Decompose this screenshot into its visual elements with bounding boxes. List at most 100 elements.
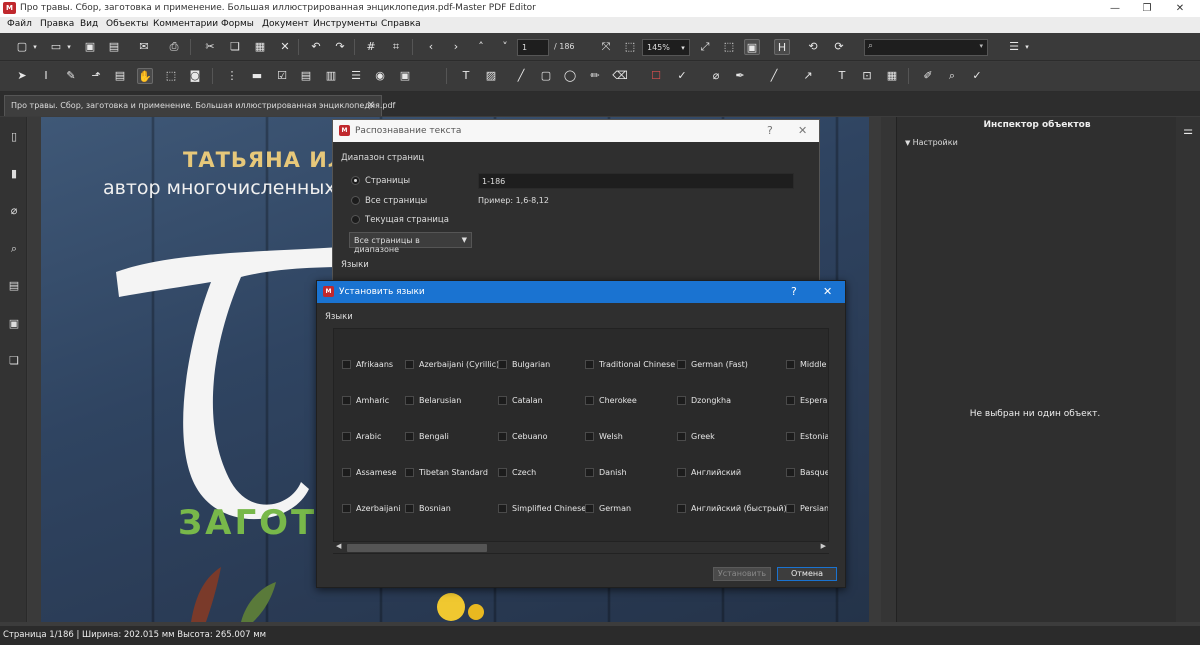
zoom-search-icon[interactable]: ⌕ [944,68,960,84]
page-range-input[interactable]: 1-186 [478,173,794,189]
menu-document[interactable]: Документ [262,19,309,29]
install-button[interactable]: Установить [713,567,771,581]
cut-icon[interactable]: ✂ [202,39,218,55]
checkbox-basque[interactable] [786,468,795,477]
redo-icon[interactable]: ↷ [332,39,348,55]
rotate-left-icon[interactable]: ⟲ [805,39,821,55]
checkbox-bulgarian[interactable] [498,360,507,369]
checkbox-belarusian[interactable] [405,396,414,405]
checkbox-simplified-chinese[interactable] [498,504,507,513]
menu-view[interactable]: Вид [80,19,98,29]
maximize-icon[interactable]: ❐ [1132,1,1162,16]
grid-icon[interactable]: # [363,39,379,55]
attachments-icon[interactable]: ⌀ [7,203,21,219]
checkbox-tibetan-standard[interactable] [405,468,414,477]
edit-objects-icon[interactable]: ⬏ [88,68,104,84]
menu-objects[interactable]: Объекты [106,19,148,29]
menu-comments[interactable]: Комментарии [153,19,218,29]
checkbox-catalan[interactable] [498,396,507,405]
checkbox-bengali[interactable] [405,432,414,441]
fit-width-icon[interactable]: ⬚ [721,39,737,55]
properties-icon[interactable]: ⚌ [1180,123,1196,139]
rotate-right-icon[interactable]: ⟳ [831,39,847,55]
undo-icon[interactable]: ↶ [308,39,324,55]
add-text-icon[interactable]: T [458,68,474,84]
actual-size-icon[interactable]: ⬚ [622,39,638,55]
checkbox-azerbaijani[interactable] [342,504,351,513]
checkbox-assamese[interactable] [342,468,351,477]
horizontal-scrollbar[interactable]: ◀ ▶ [333,541,829,553]
tab-close-icon[interactable]: ✕ [367,100,375,111]
checkbox-esperanto[interactable] [786,396,795,405]
radio-field-icon[interactable]: ◉ [372,68,388,84]
checkbox-persian[interactable] [786,504,795,513]
save-as-icon[interactable]: ▤ [106,39,122,55]
cancel-button[interactable]: Отмена [777,567,837,581]
rectangle-icon[interactable]: ▢ [538,68,554,84]
last-page-icon[interactable]: ˅ [497,39,513,55]
snapshot-icon[interactable]: ◙ [187,68,203,84]
checkbox-field-icon[interactable]: ☑ [274,68,290,84]
draw-line-icon[interactable]: ╱ [766,68,782,84]
fit-page-icon[interactable]: ⤧ [598,39,614,55]
checkbox-estonian[interactable] [786,432,795,441]
menu-edit[interactable]: Правка [40,19,74,29]
line-icon[interactable]: ╱ [513,68,529,84]
zoom-in-icon[interactable]: ⤢ [697,39,713,55]
close-icon[interactable]: ✕ [1165,1,1195,16]
minimize-icon[interactable]: — [1100,1,1130,16]
fit-window-icon[interactable]: ▣ [744,39,760,55]
print-icon[interactable]: ⎙ [166,39,182,55]
first-page-icon[interactable]: ˄ [473,39,489,55]
list-field-icon[interactable]: ▥ [323,68,339,84]
ellipse-icon[interactable]: ◯ [562,68,578,84]
pages-icon[interactable]: ▯ [7,129,21,145]
edit-text-icon[interactable]: ✎ [63,68,79,84]
text-select-icon[interactable]: Ⅰ [38,68,54,84]
clear-icon[interactable]: ✐ [920,68,936,84]
checkbox-dzongkha[interactable] [677,396,686,405]
paste-icon[interactable]: ▦ [252,39,268,55]
eraser-icon[interactable]: ⌫ [612,68,628,84]
menu-file[interactable]: Файл [7,19,32,29]
checkbox-welsh[interactable] [585,432,594,441]
new-document-icon[interactable]: ▢ [14,39,30,55]
close-icon[interactable]: ✕ [798,124,807,137]
search-icon[interactable]: ⌕ [7,241,21,257]
radio-all-pages[interactable] [351,196,360,205]
next-page-icon[interactable]: › [448,39,464,55]
chevron-down-icon[interactable]: ▾ [678,40,688,56]
check-mark-icon[interactable]: ✓ [674,68,690,84]
button-field-icon[interactable]: ▬ [249,68,265,84]
list-box-icon[interactable]: ☰ [348,68,364,84]
checkbox-arabic[interactable] [342,432,351,441]
page-number-input[interactable]: 1 [517,39,549,56]
highlight-icon[interactable]: ✒ [732,68,748,84]
copy-icon[interactable]: ❏ [227,39,243,55]
checkbox-middle-english[interactable] [786,360,795,369]
scroll-left-icon[interactable]: ◀ [336,542,341,550]
document-tab[interactable]: Про травы. Сбор, заготовка и применение.… [4,95,395,116]
checkbox-german-fast[interactable] [677,360,686,369]
text-box-icon[interactable]: T [834,68,850,84]
text-field-icon[interactable]: ⋮ [224,68,240,84]
chevron-down-icon[interactable]: ▾ [1022,39,1032,55]
checkbox-afrikaans[interactable] [342,360,351,369]
close-icon[interactable]: ✕ [823,285,832,298]
checkbox-greek[interactable] [677,432,686,441]
delete-icon[interactable]: ✕ [277,39,293,55]
radio-current-page[interactable] [351,215,360,224]
comment-icon[interactable]: ☐ [648,68,664,84]
checkbox-amharic[interactable] [342,396,351,405]
checkbox-bosnian[interactable] [405,504,414,513]
checkbox-cherokee[interactable] [585,396,594,405]
checkbox-cebuano[interactable] [498,432,507,441]
help-icon[interactable]: ? [767,124,773,137]
scrollbar-thumb[interactable] [347,544,487,552]
approve-icon[interactable]: ✓ [969,68,985,84]
chevron-down-icon[interactable]: ▾ [30,39,40,55]
prev-page-icon[interactable]: ‹ [423,39,439,55]
arrow-icon[interactable]: ↗ [800,68,816,84]
signature-field-icon[interactable]: ▣ [397,68,413,84]
form-icon[interactable]: ▤ [112,68,128,84]
